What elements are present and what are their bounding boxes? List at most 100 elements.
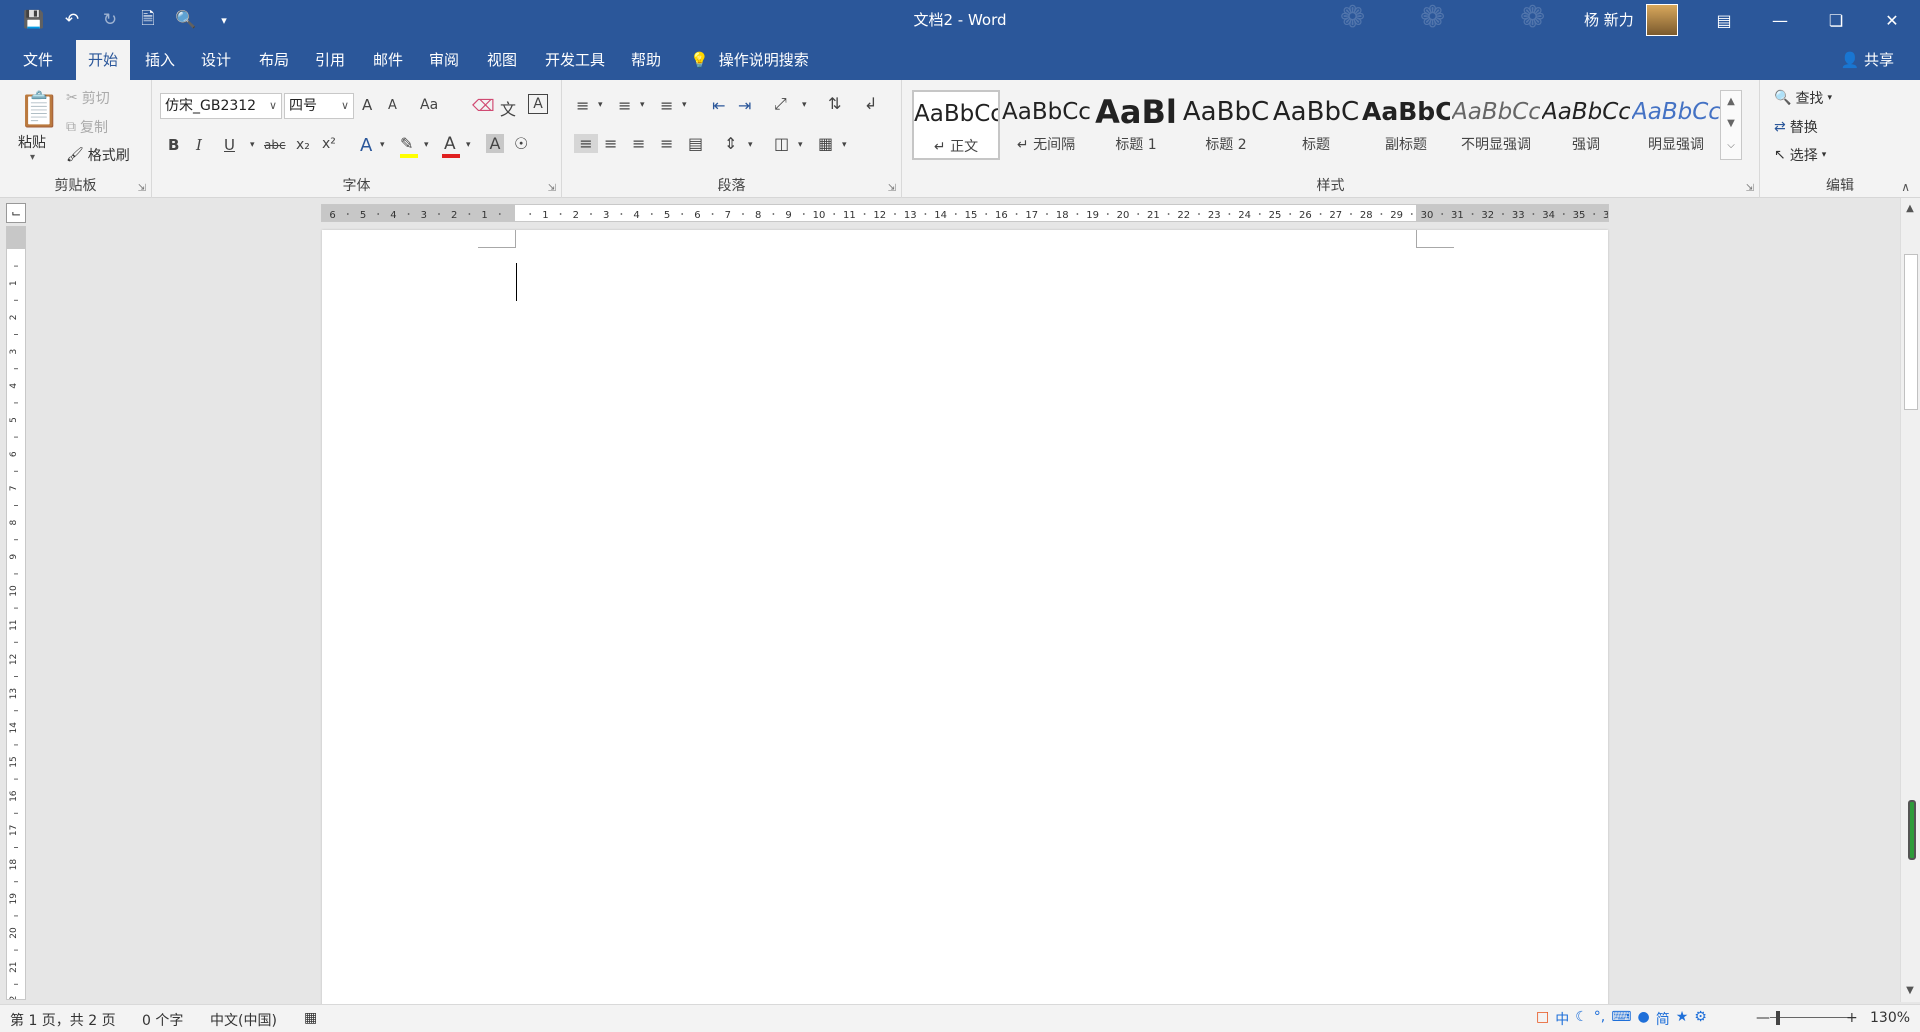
avatar[interactable]	[1646, 4, 1678, 36]
text-direction-dropdown-icon[interactable]: ▾	[802, 100, 807, 110]
strikethrough-button[interactable]: abc	[264, 138, 286, 152]
style-emphasis[interactable]: AaBbCc 强调	[1542, 90, 1630, 160]
text-direction-icon[interactable]: ⤢	[774, 94, 787, 114]
restore-icon[interactable]: ❏	[1808, 0, 1864, 40]
phonetic-guide-icon[interactable]: 文	[500, 96, 516, 120]
font-color-icon[interactable]: A	[444, 134, 456, 154]
bullets-icon[interactable]: ≡	[576, 96, 589, 115]
styles-scroll[interactable]: ▲ ▼ ⌵	[1720, 90, 1742, 160]
language-status[interactable]: 中文(中国)	[210, 1010, 277, 1030]
line-spacing-icon[interactable]: ⇕	[724, 134, 737, 153]
tab-insert[interactable]: 插入	[140, 40, 180, 80]
align-left-icon[interactable]: ≡	[574, 134, 598, 153]
tab-view[interactable]: 视图	[482, 40, 522, 80]
ime-simplified[interactable]: 简	[1656, 1009, 1670, 1029]
style-heading-2[interactable]: AaBbC 标题 2	[1182, 90, 1270, 160]
keyboard-icon[interactable]: ⌨	[1611, 1009, 1631, 1029]
decrease-indent-icon[interactable]: ⇤	[712, 96, 725, 115]
highlight-dropdown-icon[interactable]: ▾	[424, 140, 429, 150]
show-marks-icon[interactable]: ↲	[864, 94, 877, 113]
word-count[interactable]: 0 个字	[142, 1010, 183, 1030]
numbering-icon[interactable]: ≡	[618, 96, 631, 115]
zoom-in-icon[interactable]: +	[1846, 1010, 1858, 1026]
shading-dropdown-icon[interactable]: ▾	[798, 140, 803, 150]
replace-button[interactable]: ⇄ 替换	[1774, 117, 1818, 137]
close-icon[interactable]: ✕	[1864, 0, 1920, 40]
bullets-dropdown-icon[interactable]: ▾	[598, 100, 603, 110]
collapse-ribbon-icon[interactable]: ∧	[1901, 180, 1910, 194]
styles-dialog-launcher-icon[interactable]: ⇲	[1746, 183, 1754, 194]
tab-references[interactable]: 引用	[310, 40, 350, 80]
new-document-icon[interactable]: 🗎	[134, 6, 162, 34]
macro-record-icon[interactable]: ▦	[304, 1010, 317, 1026]
ribbon-display-options-icon[interactable]: ▤	[1696, 0, 1752, 40]
bold-button[interactable]: B	[168, 136, 179, 154]
copy-button[interactable]: ⧉ 复制	[66, 117, 108, 137]
format-painter-button[interactable]: 🖌 格式刷	[66, 145, 130, 165]
select-button[interactable]: ↖ 选择 ▾	[1774, 145, 1826, 165]
increase-indent-icon[interactable]: ⇥	[738, 96, 751, 115]
punctuation-icon[interactable]: °,	[1594, 1009, 1605, 1029]
italic-button[interactable]: I	[196, 136, 202, 154]
text-effects-icon[interactable]: A	[360, 135, 372, 156]
shading-icon[interactable]: ◫	[774, 134, 789, 153]
font-name-box[interactable]: 仿宋_GB2312 ∨	[160, 93, 282, 119]
share-button[interactable]: 👤 共享	[1841, 40, 1894, 80]
character-shading-icon[interactable]: A	[486, 134, 504, 153]
distributed-icon[interactable]: ▤	[688, 134, 703, 153]
font-dialog-launcher-icon[interactable]: ⇲	[548, 183, 556, 194]
shrink-font-button[interactable]: A	[388, 98, 397, 113]
paste-button[interactable]: 粘贴	[18, 132, 46, 152]
line-spacing-dropdown-icon[interactable]: ▾	[748, 140, 753, 150]
tab-help[interactable]: 帮助	[625, 40, 667, 80]
clipboard-dialog-launcher-icon[interactable]: ⇲	[138, 183, 146, 194]
zoom-level[interactable]: 130%	[1870, 1010, 1910, 1026]
vertical-scrollbar[interactable]: ▲ ▼	[1900, 198, 1920, 1002]
tab-review[interactable]: 审阅	[424, 40, 464, 80]
style-subtle-emphasis[interactable]: AaBbCc 不明显强调	[1452, 90, 1540, 160]
tab-selector-icon[interactable]: ⌙	[6, 203, 26, 223]
horizontal-ruler[interactable]: 6 5 4 3 2 1 1 2 3 4 5 6 7 8 9 10 11 12 13 14 15 16 17 18 19 20 21 2…	[321, 204, 1609, 222]
tab-design[interactable]: 设计	[196, 40, 236, 80]
character-border-icon[interactable]: A	[528, 94, 548, 114]
floating-widget[interactable]	[1908, 800, 1916, 860]
font-color-dropdown-icon[interactable]: ▾	[466, 140, 471, 150]
align-right-icon[interactable]: ≡	[632, 134, 645, 153]
style-no-spacing[interactable]: AaBbCc ↵ 无间隔	[1002, 90, 1090, 160]
tell-me-search[interactable]: 💡 操作说明搜索	[690, 40, 809, 80]
minimize-icon[interactable]: —	[1752, 0, 1808, 40]
more-styles-icon[interactable]: ⌵	[1721, 135, 1741, 157]
style-normal[interactable]: AaBbCc ↵ 正文	[912, 90, 1000, 160]
paste-icon[interactable]: 📋	[18, 90, 60, 130]
sort-icon[interactable]: ⇅	[828, 94, 841, 113]
print-preview-icon[interactable]: 🔍	[172, 6, 200, 34]
zoom-slider[interactable]	[1770, 1017, 1850, 1018]
underline-dropdown-icon[interactable]: ▾	[250, 140, 255, 150]
scroll-up-icon[interactable]: ▲	[1721, 91, 1741, 113]
paragraph-dialog-launcher-icon[interactable]: ⇲	[888, 183, 896, 194]
borders-dropdown-icon[interactable]: ▾	[842, 140, 847, 150]
user-icon[interactable]: ●	[1637, 1009, 1649, 1029]
highlight-icon[interactable]: ✎	[400, 134, 413, 153]
save-icon[interactable]: 💾	[20, 6, 48, 34]
underline-button[interactable]: U	[224, 136, 235, 154]
tab-mailings[interactable]: 邮件	[368, 40, 408, 80]
ime-chinese-mode[interactable]: 中	[1555, 1009, 1569, 1029]
text-effects-dropdown-icon[interactable]: ▾	[380, 140, 385, 150]
skin-icon[interactable]: ★	[1676, 1009, 1689, 1029]
style-title[interactable]: AaBbC 标题	[1272, 90, 1360, 160]
justify-icon[interactable]: ≡	[660, 134, 673, 153]
find-button[interactable]: 🔍 查找 ▾	[1774, 88, 1832, 108]
gear-icon[interactable]: ⚙	[1694, 1009, 1707, 1029]
undo-icon[interactable]: ↶	[58, 6, 86, 34]
scroll-down-arrow-icon[interactable]: ▼	[1901, 982, 1919, 1000]
ime-toolbar[interactable]: □ 中 ☾ °, ⌨ ● 简 ★ ⚙	[1536, 1009, 1707, 1029]
multilevel-list-icon[interactable]: ≡	[660, 96, 673, 115]
superscript-button[interactable]: x²	[322, 136, 336, 152]
style-heading-1[interactable]: AaBl 标题 1	[1092, 90, 1180, 160]
scroll-up-arrow-icon[interactable]: ▲	[1901, 200, 1919, 218]
tab-layout[interactable]: 布局	[254, 40, 294, 80]
document-page[interactable]	[322, 230, 1608, 1006]
vertical-ruler[interactable]: 12345678910111213141516171819202122	[6, 226, 26, 1000]
change-case-button[interactable]: Aa	[420, 97, 438, 113]
